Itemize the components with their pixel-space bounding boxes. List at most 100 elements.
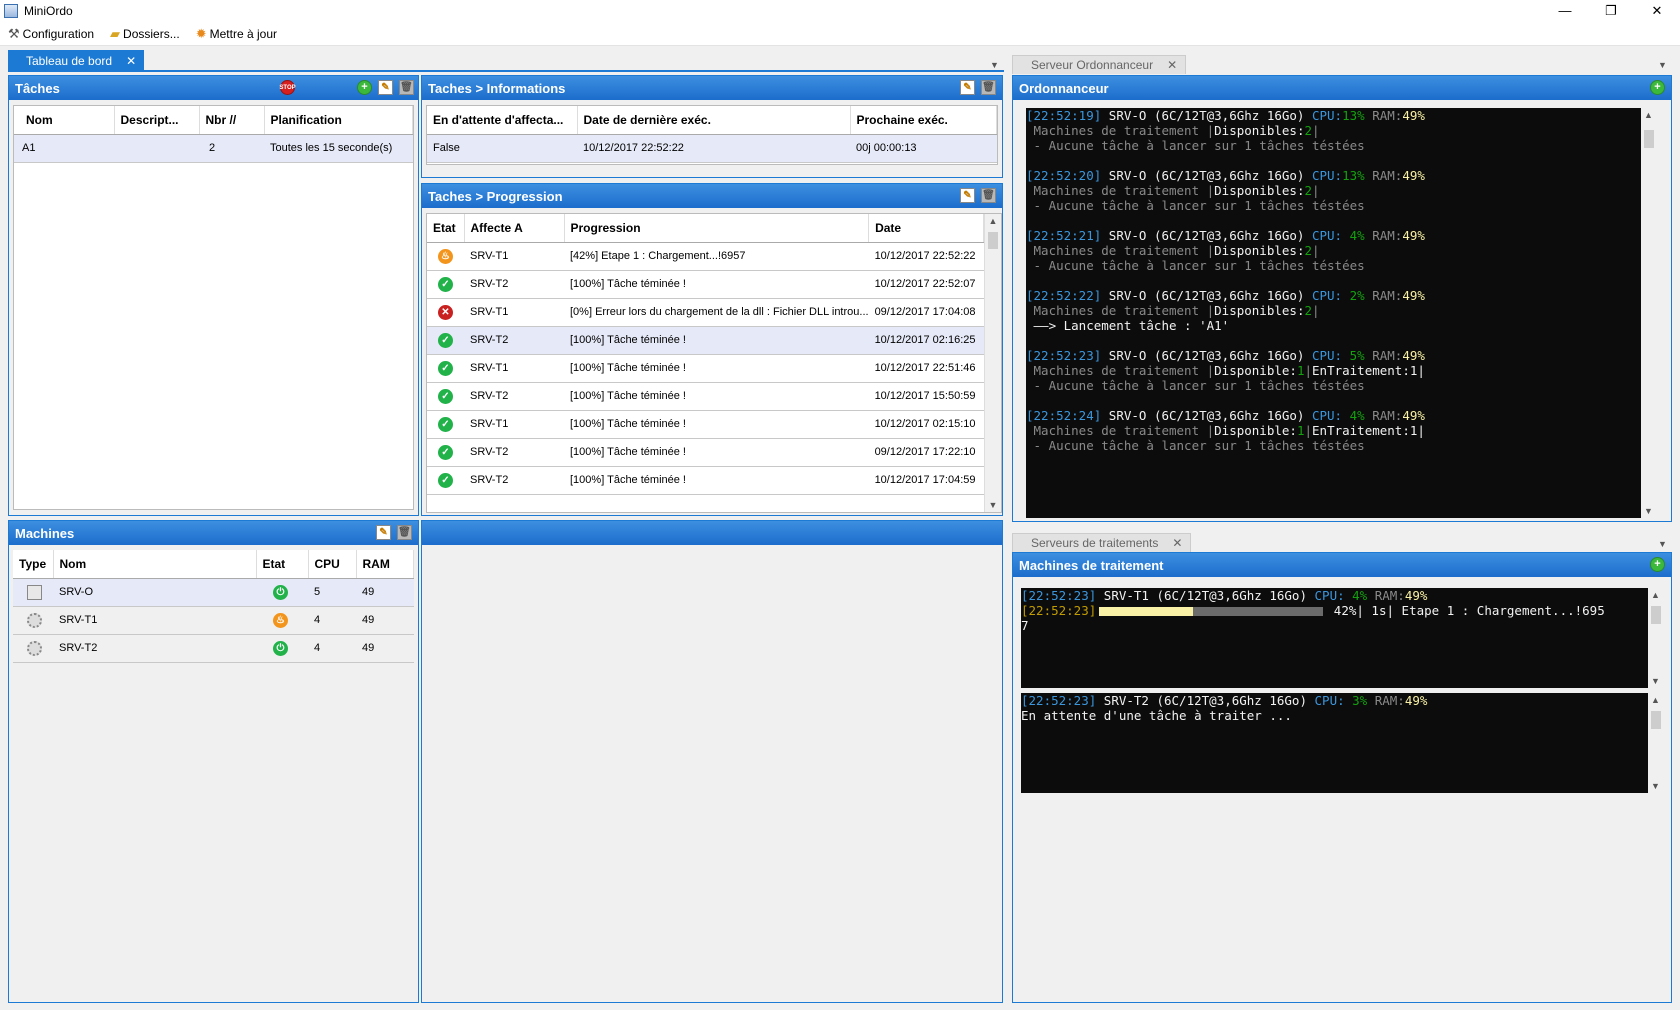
table-row[interactable]: SRV-T2 ⏻ 4 49 <box>13 634 414 663</box>
scroll-up-icon[interactable]: ▲ <box>1651 590 1660 600</box>
srv-t2-scrollbar[interactable]: ▲ ▼ <box>1648 693 1665 793</box>
col-etat[interactable]: Etat <box>256 550 309 579</box>
scroll-thumb[interactable] <box>988 232 998 249</box>
col-nom[interactable]: Nom <box>14 106 115 135</box>
log-ram: 49% <box>1402 348 1425 363</box>
add-icon[interactable]: + <box>1650 80 1665 95</box>
informations-panel: Taches > Informations ✎ 🗑 En d'attente d… <box>421 75 1003 178</box>
table-row[interactable]: SRV-T1 ♨ 4 49 <box>13 606 414 635</box>
log-server: SRV-O (6C/12T@3,6Ghz 16Go) <box>1101 288 1312 303</box>
table-row[interactable]: ✓ SRV-T2 [100%] Tâche téminée ! 10/12/2017 … <box>427 270 984 299</box>
tab-tableau-de-bord[interactable]: Tableau de bord ✕ <box>8 50 145 71</box>
cell-progression: [100%] Tâche téminée ! <box>564 438 869 467</box>
col-affecte-a[interactable]: Affecte A <box>464 214 565 243</box>
tab-dropdown-icon[interactable]: ▼ <box>1658 60 1667 70</box>
log-machines: Machines de traitement | <box>1026 363 1215 378</box>
menu-bar: ⚒ Configuration ▰ Dossiers... ✹ Mettre à… <box>0 22 1680 46</box>
cell-cpu: 4 <box>308 606 356 635</box>
scroll-up-icon[interactable]: ▲ <box>1644 110 1653 120</box>
delete-icon[interactable]: 🗑 <box>397 525 412 540</box>
col-type[interactable]: Type <box>13 550 54 579</box>
table-row[interactable]: ✓ SRV-T1 [100%] Tâche téminée ! 10/12/2017 … <box>427 410 984 439</box>
edit-icon[interactable]: ✎ <box>376 525 391 540</box>
close-tab-icon[interactable]: ✕ <box>1167 58 1177 72</box>
traitement-panel: Machines de traitement + [22:52:23] SRV-… <box>1012 552 1672 1003</box>
cell-description <box>114 134 199 163</box>
table-row[interactable]: False 10/12/2017 22:52:22 00j 00:00:13 <box>427 134 997 163</box>
table-row[interactable]: SRV-O ⏻ 5 49 <box>13 578 414 607</box>
scroll-up-icon[interactable]: ▲ <box>985 216 1001 226</box>
minimize-button[interactable]: — <box>1542 0 1588 22</box>
t1-cpu: 4% <box>1344 588 1368 603</box>
col-prochaine-exec[interactable]: Prochaine exéc. <box>850 106 997 135</box>
scroll-down-icon[interactable]: ▼ <box>1651 781 1660 791</box>
table-row[interactable]: ✓ SRV-T2 [100%] Tâche téminée ! 10/12/2017 … <box>427 382 984 411</box>
ordonnanceur-console[interactable]: [22:52:19] SRV-O (6C/12T@3,6Ghz 16Go) CP… <box>1026 108 1653 518</box>
edit-icon[interactable]: ✎ <box>960 80 975 95</box>
tab-serveurs-de-traitements[interactable]: Serveurs de traitements ✕ <box>1012 533 1192 552</box>
tab-tableau-de-bord-label: Tableau de bord <box>26 53 113 68</box>
table-row[interactable]: ✓ SRV-T1 [100%] Tâche téminée ! 10/12/2017 … <box>427 354 984 383</box>
cell-affecte-a: SRV-T2 <box>464 270 564 299</box>
table-row[interactable]: ♨ SRV-T1 [42%] Etape 1 : Chargement...!695… <box>427 242 984 271</box>
table-row[interactable]: ✓ SRV-T2 [100%] Tâche téminée ! 10/12/2017 … <box>427 326 984 355</box>
taches-title: Tâches <box>15 80 60 96</box>
table-row[interactable]: A1 2 Toutes les 15 seconde(s) <box>14 134 413 163</box>
tab-dropdown-icon[interactable]: ▼ <box>1658 539 1667 549</box>
t1-step-wrap: 7 <box>1021 618 1029 633</box>
col-ram[interactable]: RAM <box>356 550 414 579</box>
col-date[interactable]: Date <box>868 214 984 243</box>
close-tab-icon[interactable]: ✕ <box>1172 536 1182 550</box>
console-scrollbar[interactable]: ▲ ▼ <box>1641 108 1658 518</box>
col-description[interactable]: Descript... <box>114 106 200 135</box>
scroll-thumb[interactable] <box>1644 130 1654 148</box>
scroll-down-icon[interactable]: ▼ <box>985 500 1001 510</box>
log-detail: - Aucune tâche à lancer sur 1 tâches tés… <box>1026 258 1365 273</box>
col-nbr[interactable]: Nbr // <box>199 106 265 135</box>
menu-mettre-a-jour[interactable]: ✹ Mettre à jour <box>196 26 277 42</box>
cell-progression: [100%] Tâche téminée ! <box>564 466 869 495</box>
workers-tab-strip: Serveurs de traitements ✕ <box>1012 531 1192 552</box>
menu-dossiers[interactable]: ▰ Dossiers... <box>110 26 180 42</box>
close-button[interactable]: ✕ <box>1634 0 1680 22</box>
table-row[interactable]: ✕ SRV-T1 [0%] Erreur lors du chargement de… <box>427 298 984 327</box>
srv-t1-console[interactable]: [22:52:23] SRV-T1 (6C/12T@3,6Ghz 16Go) C… <box>1021 588 1648 688</box>
stop-icon[interactable]: STOP <box>279 80 296 95</box>
add-icon[interactable]: + <box>1650 557 1665 572</box>
scroll-thumb[interactable] <box>1651 711 1661 729</box>
col-etat[interactable]: Etat <box>427 214 465 243</box>
srv-t2-console[interactable]: [22:52:23] SRV-T2 (6C/12T@3,6Ghz 16Go) C… <box>1021 693 1648 793</box>
menu-configuration[interactable]: ⚒ Configuration <box>8 26 94 42</box>
tab-serveur-ordonnanceur[interactable]: Serveur Ordonnanceur ✕ <box>1012 55 1187 74</box>
col-planification[interactable]: Planification <box>264 106 413 135</box>
tab-dropdown-icon[interactable]: ▼ <box>990 60 999 70</box>
log-ram: 49% <box>1402 228 1425 243</box>
tab-serveur-ordonnanceur-label: Serveur Ordonnanceur <box>1031 58 1154 72</box>
table-row[interactable]: ✓ SRV-T2 [100%] Tâche téminée ! 09/12/2017 … <box>427 438 984 467</box>
col-nom[interactable]: Nom <box>53 550 257 579</box>
restore-button[interactable]: ❐ <box>1588 0 1634 22</box>
cell-etat: ⏻ <box>256 578 308 607</box>
progression-scrollbar[interactable]: ▲ ▼ <box>984 214 1001 512</box>
col-en-attente[interactable]: En d'attente d'affecta... <box>427 106 578 135</box>
scroll-down-icon[interactable]: ▼ <box>1651 676 1660 686</box>
delete-icon[interactable]: 🗑 <box>981 188 996 203</box>
log-ram-label: RAM: <box>1364 108 1403 123</box>
scroll-thumb[interactable] <box>1651 606 1661 624</box>
table-row[interactable]: ✓ SRV-T2 [100%] Tâche téminée ! 10/12/2017 … <box>427 466 984 495</box>
log-cpu: 13% <box>1342 168 1365 183</box>
scroll-up-icon[interactable]: ▲ <box>1651 695 1660 705</box>
log-server: SRV-O (6C/12T@3,6Ghz 16Go) <box>1101 228 1312 243</box>
delete-icon[interactable]: 🗑 <box>981 80 996 95</box>
srv-t1-scrollbar[interactable]: ▲ ▼ <box>1648 588 1665 688</box>
close-tab-icon[interactable]: ✕ <box>126 54 136 68</box>
col-progression[interactable]: Progression <box>564 214 870 243</box>
delete-icon[interactable]: 🗑 <box>399 80 414 95</box>
log-detail: - Aucune tâche à lancer sur 1 tâches tés… <box>1026 378 1365 393</box>
edit-icon[interactable]: ✎ <box>378 80 393 95</box>
scroll-down-icon[interactable]: ▼ <box>1644 506 1653 516</box>
col-derniere-exec[interactable]: Date de dernière exéc. <box>577 106 851 135</box>
edit-icon[interactable]: ✎ <box>960 188 975 203</box>
add-icon[interactable]: + <box>357 80 372 95</box>
col-cpu[interactable]: CPU <box>308 550 357 579</box>
